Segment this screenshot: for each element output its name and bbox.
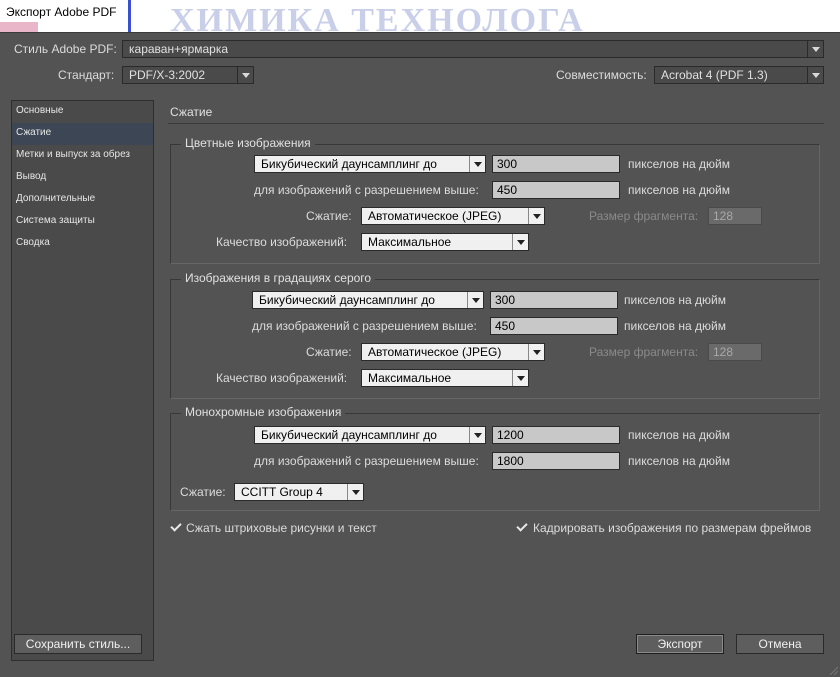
- background-line: [128, 0, 131, 32]
- mono-images-title: Монохромные изображения: [181, 405, 346, 419]
- gray-downsample-value: Бикубический даунсамплинг до: [259, 293, 435, 307]
- standard-label: Стандарт:: [58, 68, 115, 82]
- cancel-button[interactable]: Отмена: [736, 634, 824, 654]
- chevron-down-icon: [469, 427, 485, 443]
- chevron-down-icon: [467, 292, 483, 308]
- mono-above-unit: пикселов на дюйм: [628, 454, 730, 468]
- color-compression-value: Автоматическое (JPEG): [368, 209, 502, 223]
- mono-ppi-unit: пикселов на дюйм: [628, 428, 730, 442]
- sidebar-item-compression[interactable]: Сжатие: [12, 123, 153, 145]
- resize-grip-icon[interactable]: [828, 665, 838, 675]
- section-divider: [168, 123, 824, 124]
- window-title: Экспорт Adobe PDF: [6, 5, 117, 19]
- export-pdf-dialog: Стиль Adobe PDF: караван+ярмарка Стандар…: [0, 32, 840, 677]
- chevron-down-icon: [512, 370, 528, 386]
- mono-compression-dropdown[interactable]: CCITT Group 4: [234, 483, 364, 501]
- sidebar-item-general[interactable]: Основные: [12, 101, 153, 123]
- chevron-down-icon: [512, 234, 528, 250]
- crop-images-label[interactable]: Кадрировать изображения по размерам фрей…: [533, 521, 811, 535]
- compat-dropdown[interactable]: Acrobat 4 (PDF 1.3): [654, 66, 824, 84]
- gray-compression-dropdown[interactable]: Автоматическое (JPEG): [361, 343, 545, 361]
- compat-label: Совместимость:: [556, 68, 647, 82]
- color-above-unit: пикселов на дюйм: [628, 183, 730, 197]
- sidebar-item-marks-bleeds[interactable]: Метки и выпуск за обрез: [12, 145, 153, 167]
- standard-value: PDF/X-3:2002: [129, 68, 206, 82]
- sidebar-nav: Основные Сжатие Метки и выпуск за обрез …: [11, 100, 154, 661]
- export-button[interactable]: Экспорт: [636, 634, 724, 654]
- mono-downsample-dropdown[interactable]: Бикубический даунсамплинг до: [254, 426, 486, 444]
- color-compression-label: Сжатие:: [306, 209, 352, 223]
- gray-quality-value: Максимальное: [368, 371, 452, 385]
- mono-compression-value: CCITT Group 4: [241, 485, 323, 499]
- chevron-down-icon: [469, 156, 485, 172]
- chevron-down-icon: [807, 67, 823, 83]
- gray-ppi-unit: пикселов на дюйм: [624, 293, 726, 307]
- gray-tile-input: 128: [708, 343, 762, 361]
- chevron-down-icon: [347, 484, 363, 500]
- gray-quality-label: Качество изображений:: [216, 371, 348, 385]
- gray-compression-label: Сжатие:: [306, 345, 352, 359]
- color-tile-label: Размер фрагмента:: [589, 209, 699, 223]
- mono-downsample-value: Бикубический даунсамплинг до: [261, 428, 437, 442]
- mono-compression-label: Сжатие:: [180, 485, 226, 499]
- mono-above-input[interactable]: 1800: [492, 452, 620, 470]
- standard-dropdown[interactable]: PDF/X-3:2002: [122, 66, 254, 84]
- gray-quality-dropdown[interactable]: Максимальное: [361, 369, 529, 387]
- color-ppi-input[interactable]: 300: [492, 155, 620, 173]
- gray-downsample-dropdown[interactable]: Бикубический даунсамплинг до: [252, 291, 484, 309]
- gray-ppi-input[interactable]: 300: [490, 291, 618, 309]
- color-compression-dropdown[interactable]: Автоматическое (JPEG): [361, 207, 545, 225]
- save-style-button[interactable]: Сохранить стиль...: [14, 634, 142, 654]
- sidebar-item-summary[interactable]: Сводка: [12, 233, 153, 255]
- gray-above-label: для изображений с разрешением выше:: [252, 319, 477, 333]
- style-dropdown[interactable]: караван+ярмарка: [122, 40, 824, 58]
- mono-ppi-input[interactable]: 1200: [492, 426, 620, 444]
- chevron-down-icon: [807, 41, 823, 57]
- compress-text-label[interactable]: Сжать штриховые рисунки и текст: [186, 521, 377, 535]
- color-above-label: для изображений с разрешением выше:: [254, 183, 479, 197]
- section-title: Сжатие: [170, 105, 213, 119]
- color-above-input[interactable]: 450: [492, 181, 620, 199]
- color-quality-label: Качество изображений:: [216, 235, 348, 249]
- style-label: Стиль Adobe PDF:: [14, 42, 117, 56]
- gray-tile-label: Размер фрагмента:: [589, 345, 699, 359]
- mono-above-label: для изображений с разрешением выше:: [254, 454, 479, 468]
- chevron-down-icon: [528, 344, 544, 360]
- style-value: караван+ярмарка: [129, 42, 229, 56]
- compress-text-checkbox[interactable]: [170, 521, 182, 533]
- chevron-down-icon: [528, 208, 544, 224]
- color-downsample-value: Бикубический даунсамплинг до: [261, 157, 437, 171]
- color-quality-value: Максимальное: [368, 235, 452, 249]
- color-images-title: Цветные изображения: [181, 136, 315, 150]
- compat-value: Acrobat 4 (PDF 1.3): [661, 68, 768, 82]
- color-tile-input: 128: [708, 207, 762, 225]
- background-accent: [0, 22, 38, 32]
- chevron-down-icon: [237, 67, 253, 83]
- color-quality-dropdown[interactable]: Максимальное: [361, 233, 529, 251]
- window-titlebar: ХИМИКА ТЕХНОЛОГА Экспорт Adobe PDF: [0, 0, 840, 32]
- gray-images-title: Изображения в градациях серого: [181, 271, 376, 285]
- crop-images-checkbox[interactable]: [516, 521, 528, 533]
- gray-above-unit: пикселов на дюйм: [624, 319, 726, 333]
- sidebar-item-output[interactable]: Вывод: [12, 167, 153, 189]
- sidebar-item-advanced[interactable]: Дополнительные: [12, 189, 153, 211]
- gray-above-input[interactable]: 450: [490, 317, 618, 335]
- color-ppi-unit: пикселов на дюйм: [628, 157, 730, 171]
- gray-compression-value: Автоматическое (JPEG): [368, 345, 502, 359]
- background-document-text: ХИМИКА ТЕХНОЛОГА: [170, 2, 585, 32]
- sidebar-item-security[interactable]: Система защиты: [12, 211, 153, 233]
- color-downsample-dropdown[interactable]: Бикубический даунсамплинг до: [254, 155, 486, 173]
